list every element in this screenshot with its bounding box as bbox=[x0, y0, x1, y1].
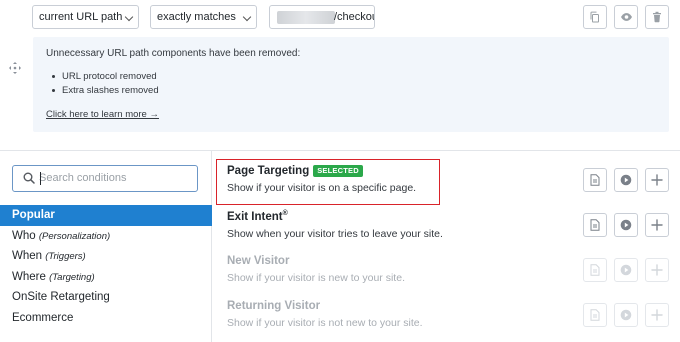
condition-name-row: Page Targeting SELECTED bbox=[227, 165, 416, 177]
play-icon bbox=[620, 309, 632, 321]
category-onsite-retargeting[interactable]: OnSite Retargeting bbox=[0, 287, 212, 308]
trash-icon bbox=[653, 11, 661, 23]
document-icon bbox=[590, 309, 600, 321]
plus-icon bbox=[651, 264, 663, 276]
drag-handle-icon[interactable] bbox=[8, 61, 22, 75]
condition-description: Show if your visitor is not new to your … bbox=[227, 317, 423, 329]
category-ecommerce[interactable]: Ecommerce bbox=[0, 308, 212, 329]
add-condition-button[interactable] bbox=[645, 168, 669, 192]
preview-button[interactable] bbox=[614, 213, 638, 237]
category-label: When bbox=[12, 250, 43, 262]
category-sublabel: (Personalization) bbox=[38, 230, 111, 242]
category-popular[interactable]: Popular bbox=[0, 205, 212, 226]
document-icon bbox=[590, 174, 600, 186]
play-icon bbox=[620, 174, 632, 186]
plus-icon bbox=[651, 219, 663, 231]
plus-icon bbox=[651, 174, 663, 186]
condition-description: Show if your visitor is on a specific pa… bbox=[227, 182, 417, 194]
play-icon bbox=[620, 264, 632, 276]
add-condition-button[interactable] bbox=[645, 258, 669, 282]
category-label: Who bbox=[12, 229, 36, 242]
category-list: Popular Who (Personalization) When (Trig… bbox=[0, 205, 212, 328]
details-button[interactable] bbox=[583, 213, 607, 237]
category-who[interactable]: Who (Personalization) bbox=[0, 226, 212, 247]
condition-exit-intent[interactable]: Exit Intent® Show when your visitor trie… bbox=[227, 210, 443, 240]
document-icon bbox=[590, 264, 600, 276]
conditions-sidebar: Popular Who (Personalization) When (Trig… bbox=[0, 151, 212, 342]
trademark-mark: ® bbox=[282, 210, 288, 217]
chevron-down-icon bbox=[242, 12, 252, 22]
condition-name: Page Targeting bbox=[227, 165, 310, 177]
match-select[interactable]: exactly matches bbox=[150, 5, 257, 29]
notice-list: URL protocol removed Extra slashes remov… bbox=[46, 70, 159, 97]
redacted-domain bbox=[277, 11, 335, 24]
url-cleanup-notice: Unnecessary URL path components have bee… bbox=[33, 37, 669, 132]
rule-row: current URL path exactly matches /checko… bbox=[0, 0, 680, 34]
duplicate-button[interactable] bbox=[583, 5, 607, 29]
play-icon bbox=[620, 219, 632, 231]
search-icon bbox=[23, 172, 35, 184]
target-select[interactable]: current URL path bbox=[32, 5, 139, 29]
details-button[interactable] bbox=[583, 258, 607, 282]
add-condition-button[interactable] bbox=[645, 213, 669, 237]
selected-badge: SELECTED bbox=[313, 165, 363, 177]
notice-title: Unnecessary URL path components have bee… bbox=[46, 48, 301, 59]
condition-name: Returning Visitor bbox=[227, 300, 321, 312]
preview-button[interactable] bbox=[614, 303, 638, 327]
category-label: Popular bbox=[12, 209, 55, 221]
text-cursor bbox=[40, 172, 41, 185]
category-label: Ecommerce bbox=[12, 311, 74, 324]
search-conditions-input[interactable] bbox=[39, 168, 189, 188]
preview-button[interactable] bbox=[614, 258, 638, 282]
plus-icon bbox=[651, 309, 663, 321]
category-sublabel: (Triggers) bbox=[45, 251, 86, 262]
url-path-value: /checkout bbox=[334, 11, 374, 23]
target-select-value: current URL path bbox=[39, 11, 123, 23]
category-where[interactable]: Where (Targeting) bbox=[0, 267, 212, 288]
category-label: Where bbox=[12, 270, 46, 283]
chevron-down-icon bbox=[124, 12, 134, 22]
category-when[interactable]: When (Triggers) bbox=[0, 246, 212, 267]
learn-more-link[interactable]: Click here to learn more → bbox=[46, 109, 159, 120]
search-conditions-box[interactable] bbox=[12, 165, 198, 192]
delete-button[interactable] bbox=[645, 5, 669, 29]
eye-icon bbox=[620, 13, 632, 21]
condition-description: Show when your visitor tries to leave yo… bbox=[227, 227, 443, 240]
url-path-input[interactable]: /checkout bbox=[269, 5, 375, 29]
condition-name: New Visitor bbox=[227, 255, 290, 267]
condition-returning-visitor[interactable]: Returning Visitor Show if your visitor i… bbox=[227, 300, 423, 329]
details-button[interactable] bbox=[583, 303, 607, 327]
copy-icon bbox=[590, 11, 599, 23]
notice-list-item: Extra slashes removed bbox=[46, 84, 159, 98]
details-button[interactable] bbox=[583, 168, 607, 192]
category-sublabel: (Targeting) bbox=[49, 271, 95, 283]
preview-button[interactable] bbox=[614, 168, 638, 192]
condition-new-visitor[interactable]: New Visitor Show if your visitor is new … bbox=[227, 255, 405, 284]
condition-name-row: Exit Intent® bbox=[227, 210, 443, 223]
add-condition-button[interactable] bbox=[645, 303, 669, 327]
notice-list-item: URL protocol removed bbox=[46, 70, 159, 84]
document-icon bbox=[590, 219, 600, 231]
preview-button[interactable] bbox=[614, 5, 638, 29]
match-select-value: exactly matches bbox=[157, 11, 236, 23]
condition-page-targeting[interactable]: Page Targeting SELECTED Show if your visi… bbox=[227, 165, 416, 194]
category-label: OnSite Retargeting bbox=[12, 291, 110, 303]
condition-name: Exit Intent bbox=[227, 210, 283, 223]
condition-description: Show if your visitor is new to your site… bbox=[227, 272, 405, 284]
